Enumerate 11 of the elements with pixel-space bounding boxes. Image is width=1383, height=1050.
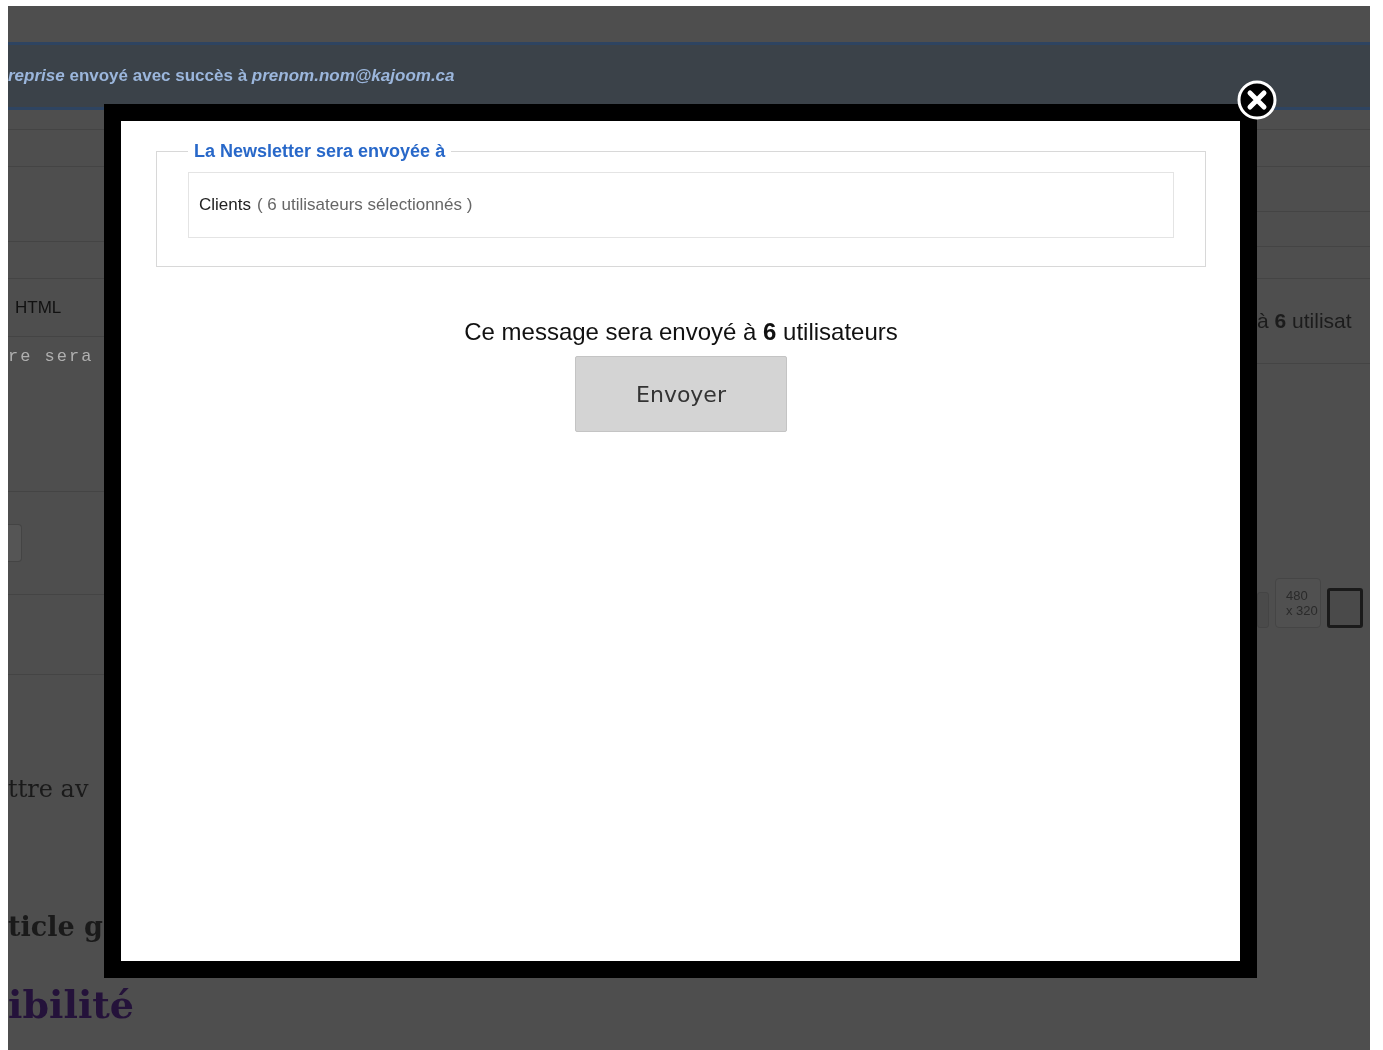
send-button[interactable]: Envoyer [575, 356, 787, 432]
confirmation-message: Ce message sera envoyé à 6 utilisateurs [463, 318, 899, 346]
close-icon[interactable] [1237, 80, 1277, 120]
tablet-icon[interactable] [1327, 588, 1363, 628]
page-title: ibilité [8, 984, 135, 1026]
success-message: reprise envoyé avec succès à prenom.nom@kajoom.ca [8, 66, 455, 86]
code-text: re sera [8, 347, 94, 366]
recipient-group: Clients [199, 195, 251, 215]
group-legend: La Newsletter sera envoyée à [188, 141, 452, 162]
format-label: HTML [15, 297, 62, 318]
recipient-count: ( 6 utilisateurs sélectionnés ) [256, 195, 473, 215]
